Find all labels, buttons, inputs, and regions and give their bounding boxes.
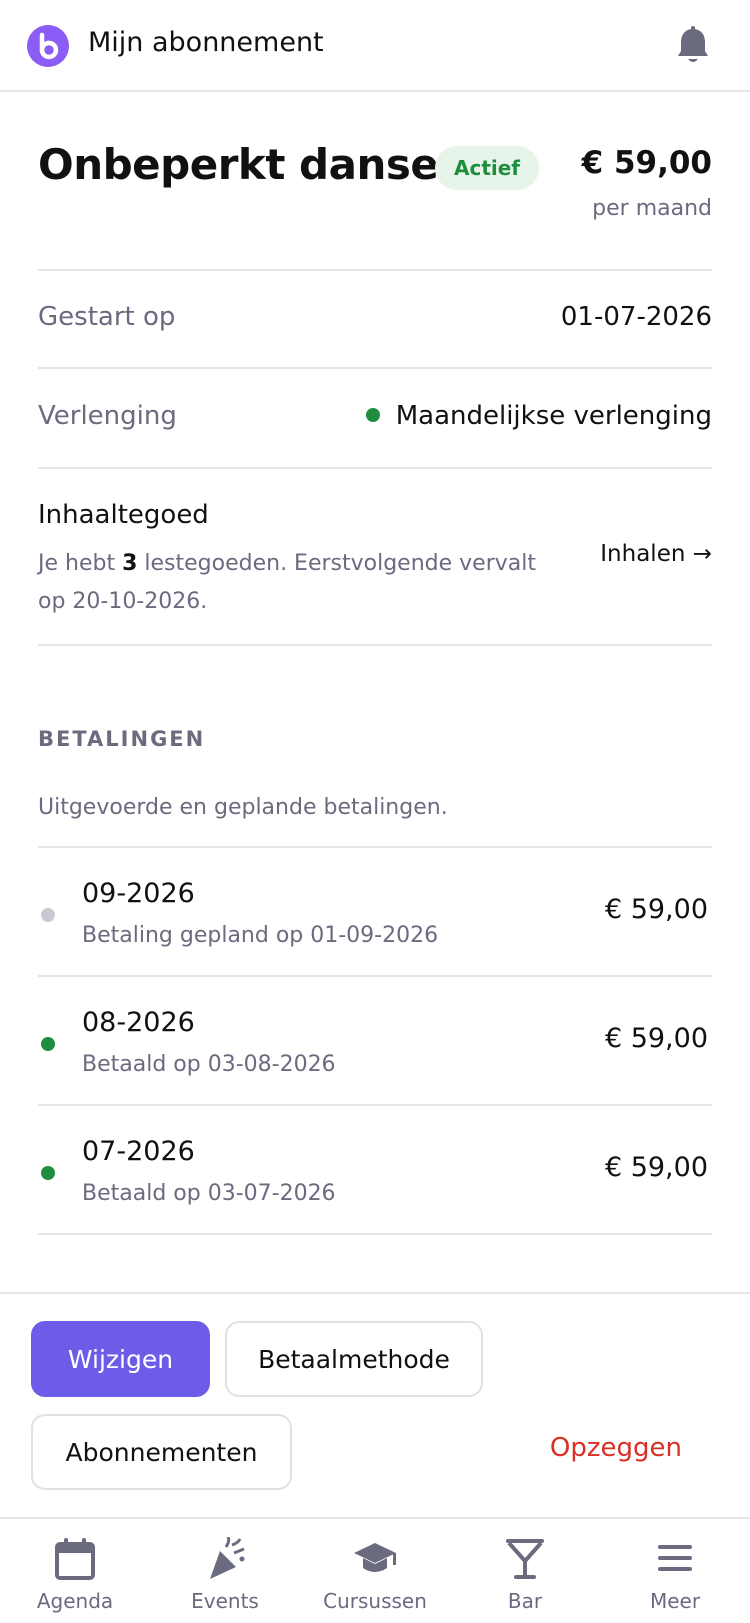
payment-period: 09-2026 bbox=[82, 878, 195, 909]
payment-status-dot bbox=[41, 1037, 55, 1051]
divider bbox=[38, 644, 712, 646]
calendar-icon bbox=[52, 1537, 98, 1581]
graduation-cap-icon bbox=[352, 1537, 398, 1581]
tab-bar[interactable]: Bar bbox=[450, 1519, 600, 1623]
payments-heading: BETALINGEN bbox=[38, 727, 206, 751]
makeup-description: Je hebt 3 lestegoeden. Eerstvolgende ver… bbox=[38, 545, 558, 621]
payment-row[interactable]: 08-2026 Betaald op 03-08-2026 € 59,00 bbox=[38, 977, 712, 1105]
payment-amount: € 59,00 bbox=[604, 1023, 708, 1054]
payment-description: Betaald op 03-07-2026 bbox=[82, 1181, 336, 1206]
payment-period: 08-2026 bbox=[82, 1007, 195, 1038]
menu-icon bbox=[652, 1537, 698, 1581]
tab-label: Bar bbox=[507, 1589, 543, 1613]
payment-row[interactable]: 07-2026 Betaald op 03-07-2026 € 59,00 bbox=[38, 1106, 712, 1234]
started-label: Gestart op bbox=[38, 302, 176, 332]
tab-label: Cursussen bbox=[323, 1589, 427, 1613]
payment-description: Betaling gepland op 01-09-2026 bbox=[82, 923, 439, 948]
tab-cursussen[interactable]: Cursussen bbox=[300, 1519, 450, 1623]
payment-amount: € 59,00 bbox=[604, 894, 708, 925]
payment-method-button[interactable]: Betaalmethode bbox=[225, 1321, 483, 1397]
makeup-title: Inhaaltegoed bbox=[38, 500, 209, 530]
divider bbox=[38, 1233, 712, 1235]
subscriptions-button[interactable]: Abonnementen bbox=[31, 1414, 292, 1490]
plan-name: Onbeperkt dansen bbox=[38, 140, 468, 189]
price-period: per maand bbox=[592, 196, 712, 221]
started-value: 01-07-2026 bbox=[560, 302, 712, 332]
app-header: Mijn abonnement bbox=[0, 0, 750, 92]
payment-status-dot bbox=[41, 908, 55, 922]
renewal-status-dot bbox=[365, 407, 380, 422]
divider bbox=[38, 367, 712, 369]
renewal-label: Verlenging bbox=[38, 401, 177, 431]
renewal-text: Maandelijkse verlenging bbox=[395, 401, 712, 431]
tab-label: Agenda bbox=[36, 1589, 114, 1613]
action-bar-separator bbox=[0, 1292, 750, 1294]
bell-icon[interactable] bbox=[676, 26, 710, 66]
makeup-link[interactable]: Inhalen → bbox=[600, 541, 712, 567]
status-badge: Actief bbox=[435, 146, 539, 190]
payments-subtitle: Uitgevoerde en geplande betalingen. bbox=[38, 795, 448, 820]
tab-events[interactable]: Events bbox=[150, 1519, 300, 1623]
bottom-tab-bar: Agenda Events Cursussen Bar Meer bbox=[0, 1517, 750, 1623]
divider bbox=[38, 269, 712, 271]
payment-period: 07-2026 bbox=[82, 1136, 195, 1167]
tab-meer[interactable]: Meer bbox=[600, 1519, 750, 1623]
page-title: Mijn abonnement bbox=[88, 27, 324, 58]
renewal-value: Maandelijkse verlenging bbox=[365, 401, 712, 431]
payment-status-dot bbox=[41, 1166, 55, 1180]
makeup-credit-count: 3 bbox=[122, 551, 138, 576]
party-popper-icon bbox=[202, 1536, 248, 1581]
plan-price: € 59,00 bbox=[581, 145, 712, 181]
tab-label: Events bbox=[191, 1589, 259, 1613]
payment-description: Betaald op 03-08-2026 bbox=[82, 1052, 336, 1077]
makeup-text-prefix: Je hebt bbox=[38, 551, 123, 576]
app-logo[interactable] bbox=[27, 25, 69, 67]
divider bbox=[38, 467, 712, 469]
tab-label: Meer bbox=[649, 1589, 701, 1613]
payment-row[interactable]: 09-2026 Betaling gepland op 01-09-2026 €… bbox=[38, 848, 712, 976]
tab-agenda[interactable]: Agenda bbox=[0, 1519, 150, 1623]
cancel-subscription-button[interactable]: Opzeggen bbox=[550, 1433, 682, 1463]
change-button[interactable]: Wijzigen bbox=[31, 1321, 210, 1397]
cocktail-icon bbox=[502, 1537, 548, 1581]
payment-amount: € 59,00 bbox=[604, 1152, 708, 1183]
